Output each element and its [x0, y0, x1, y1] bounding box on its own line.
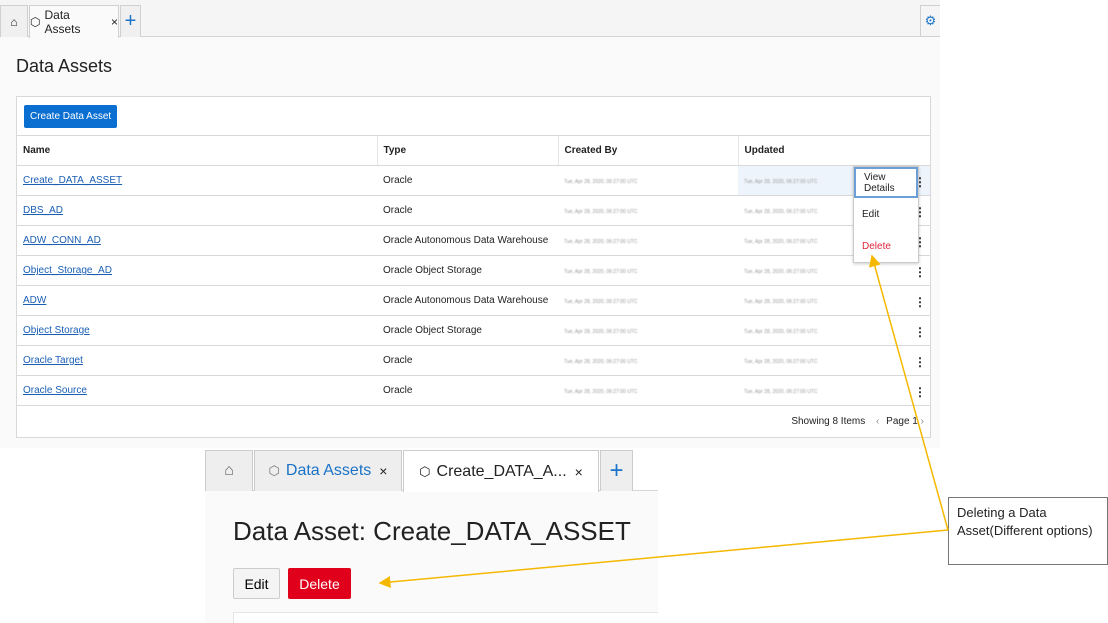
annotation-arrows — [378, 254, 949, 588]
arrow-to-delete-button — [378, 529, 949, 588]
arrow-to-menu-delete — [869, 254, 949, 531]
